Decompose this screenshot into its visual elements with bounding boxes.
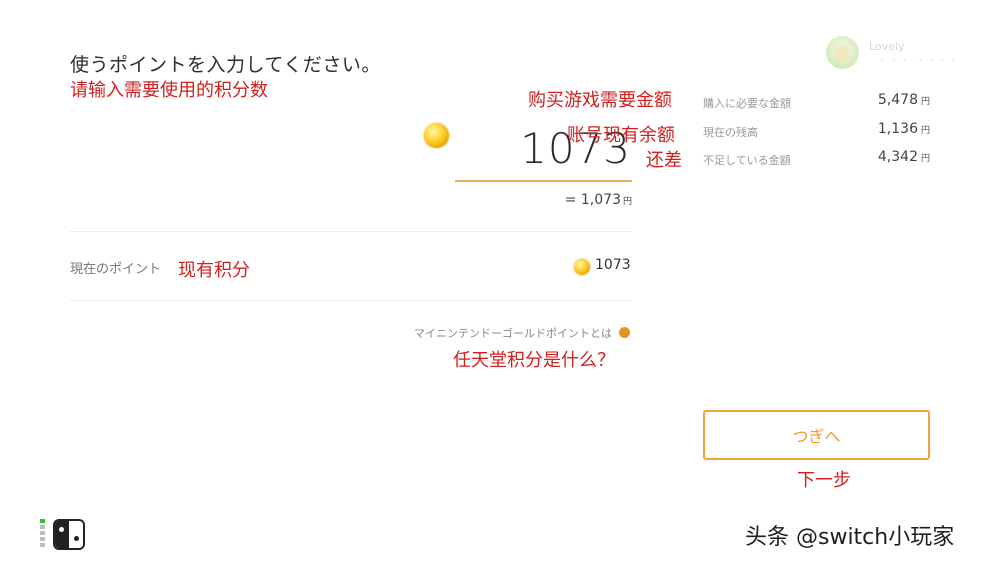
yen-unit: 円 (622, 197, 632, 207)
divider (70, 231, 632, 232)
annotation-title: 请输入需要使用的积分数 (70, 80, 268, 101)
summary-label-required: 購入に必要な金額 (703, 97, 791, 110)
gold-points-info-link[interactable]: マイニンテンドーゴールドポイントとは (300, 325, 612, 341)
yen-equivalent: = 1,073 円 (455, 192, 632, 208)
summary-value-shortfall: 4,342 円 (830, 149, 930, 165)
current-points-label: 現在のポイント (70, 262, 162, 277)
points-input-underline (455, 180, 632, 182)
next-button-label: つぎへ (792, 427, 841, 446)
controller-status-icon (40, 519, 45, 549)
next-button[interactable]: つぎへ (703, 410, 930, 460)
yen-unit: 円 (920, 154, 930, 164)
avatar-face (835, 45, 850, 60)
user-name: Lovely (869, 40, 905, 53)
summary-label-shortfall: 不足している金額 (703, 154, 791, 167)
summary-amount: 5,478 (877, 92, 918, 108)
annotation-shortfall: 还差 (646, 150, 682, 171)
summary-amount: 1,136 (877, 121, 918, 137)
user-subtext: ・・・ ・・・・ (878, 57, 960, 67)
gold-coin-icon (424, 123, 449, 148)
annotation-price: 购买游戏需要金额 (528, 90, 672, 111)
page-title: 使うポイントを入力してください。 (70, 54, 381, 76)
annotation-next: 下一步 (797, 470, 851, 491)
watermark: 头条 @switch小玩家 (745, 525, 955, 550)
yen-unit: 円 (920, 97, 930, 107)
gold-coin-icon (574, 259, 590, 275)
yen-equivalent-value: = 1,073 (564, 192, 621, 208)
annotation-current-points: 现有积分 (178, 260, 250, 281)
annotation-balance: 账号现有余额 (567, 125, 675, 146)
summary-label-balance: 現在の残高 (703, 126, 758, 139)
annotation-what-is: 任天堂积分是什么？ (453, 350, 615, 371)
summary-amount: 4,342 (877, 149, 918, 165)
divider (70, 300, 632, 301)
yen-unit: 円 (920, 126, 930, 136)
switch-console-icon (53, 519, 85, 550)
summary-value-balance: 1,136 円 (830, 121, 930, 137)
summary-value-required: 5,478 円 (830, 92, 930, 108)
current-points-value: 1073 (595, 257, 631, 273)
info-dot-icon[interactable] (619, 327, 630, 338)
